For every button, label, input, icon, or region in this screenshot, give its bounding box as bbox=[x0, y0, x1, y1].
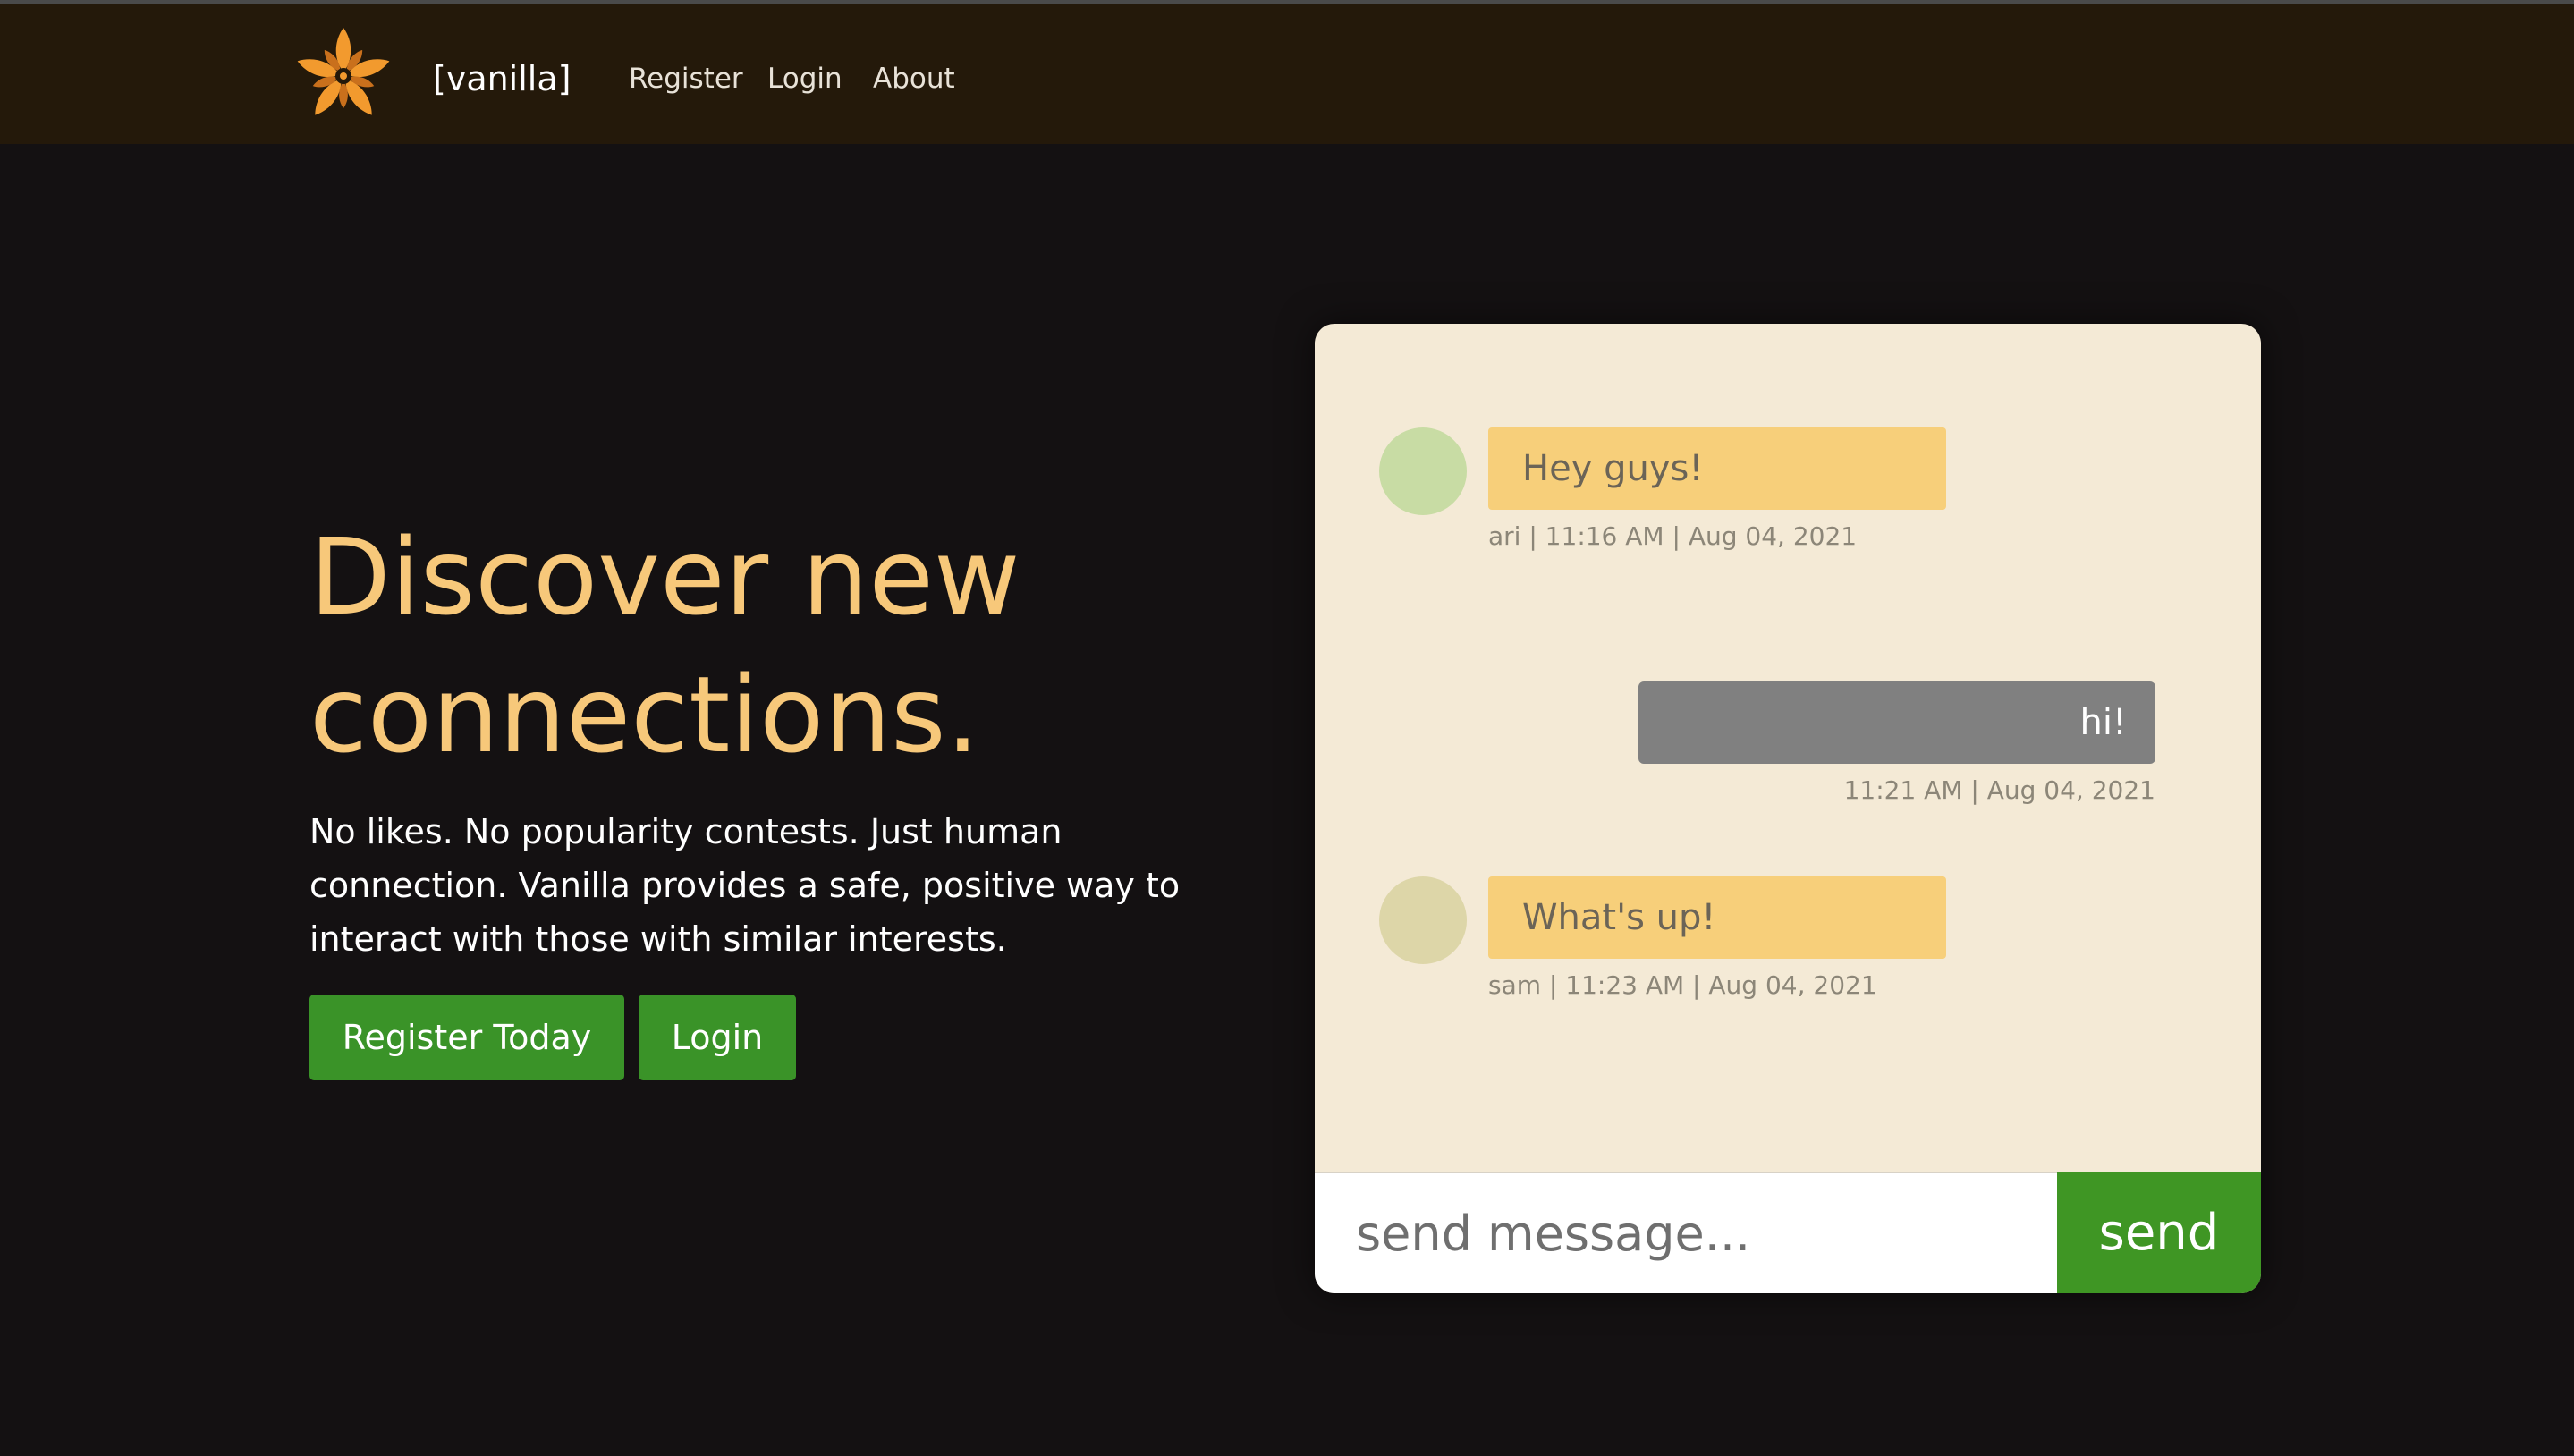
chat-bubble-incoming: Hey guys! bbox=[1488, 427, 1946, 510]
send-button[interactable]: send bbox=[2057, 1172, 2261, 1293]
navbar: [vanilla] Register Login About bbox=[0, 4, 2574, 144]
message-input[interactable] bbox=[1315, 1172, 2057, 1293]
message-meta: ari | 11:16 AM | Aug 04, 2021 bbox=[1488, 521, 1858, 551]
hero-login-button[interactable]: Login bbox=[639, 995, 796, 1080]
nav-link-register[interactable]: Register bbox=[629, 60, 743, 97]
avatar-ari bbox=[1379, 427, 1467, 515]
chat-bubble-outgoing: hi! bbox=[1638, 681, 2155, 764]
hero-title: Discover new connections. bbox=[309, 515, 1020, 776]
chat-preview-card: Hey guys! ari | 11:16 AM | Aug 04, 2021 … bbox=[1315, 324, 2261, 1293]
avatar-sam bbox=[1379, 876, 1467, 964]
message-meta: sam | 11:23 AM | Aug 04, 2021 bbox=[1488, 970, 1877, 1000]
nav-link-about[interactable]: About bbox=[873, 60, 955, 97]
brand-name[interactable]: [vanilla] bbox=[433, 56, 571, 101]
register-today-button[interactable]: Register Today bbox=[309, 995, 624, 1080]
chat-bubble-incoming: What's up! bbox=[1488, 876, 1946, 959]
hero-subtitle: No likes. No popularity contests. Just h… bbox=[309, 812, 1181, 959]
message-meta: 11:21 AM | Aug 04, 2021 bbox=[1843, 775, 2155, 805]
nav-link-login[interactable]: Login bbox=[767, 60, 842, 97]
flower-logo-icon[interactable] bbox=[293, 26, 394, 126]
